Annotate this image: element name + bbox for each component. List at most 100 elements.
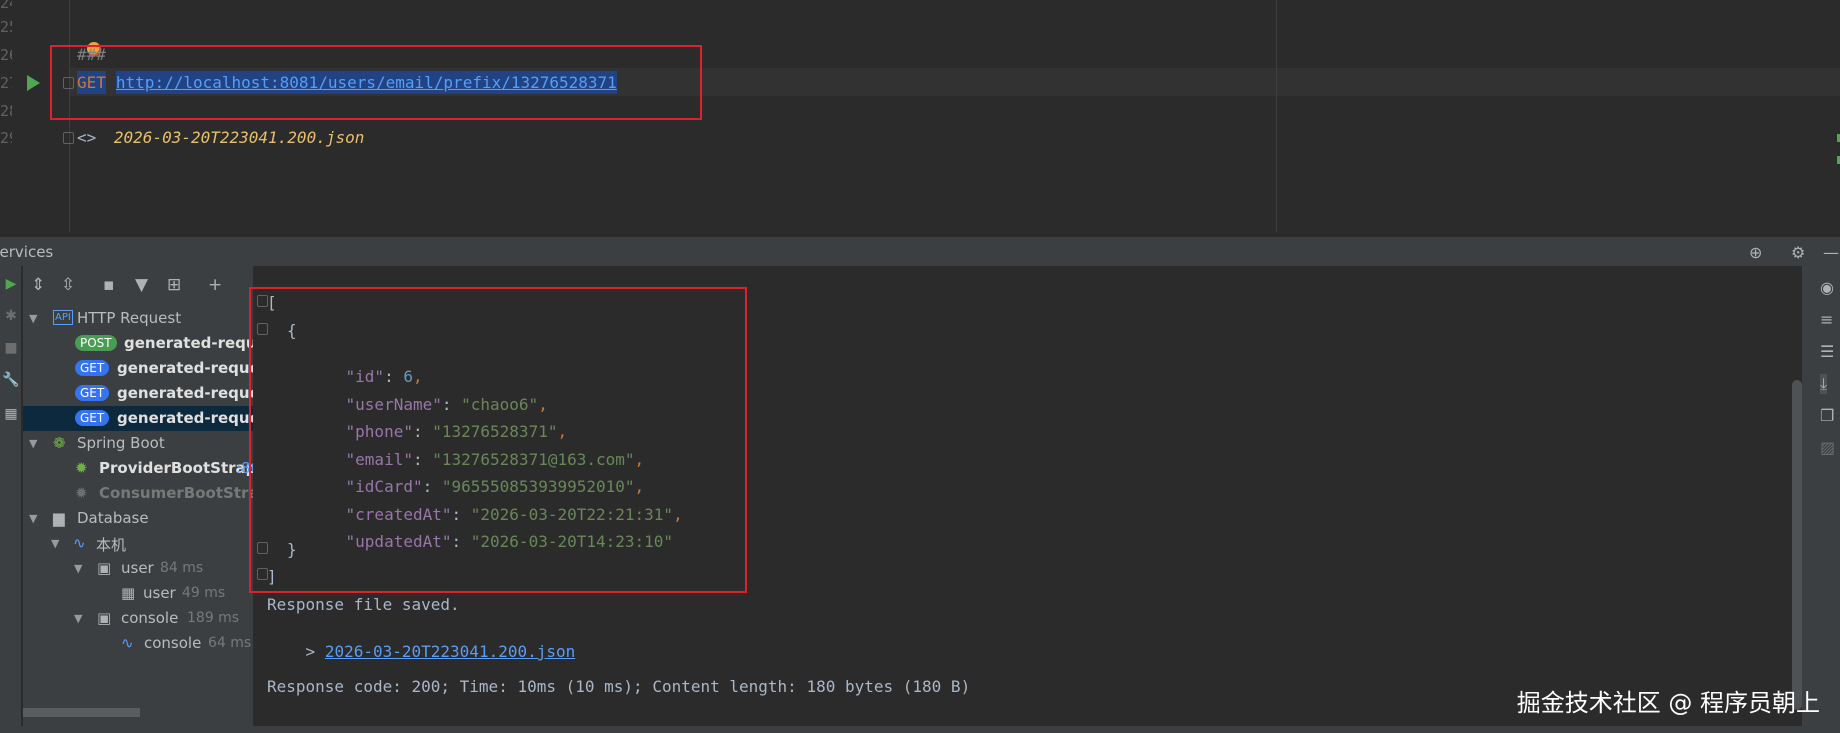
query-time: 189 ms (187, 610, 240, 626)
chevron-down-icon[interactable]: ▼ (29, 312, 37, 325)
tree-node-request[interactable]: POST generated-requests (23, 331, 253, 356)
line-number: 27 (0, 74, 12, 92)
query-time: 84 ms (160, 560, 204, 576)
tree-node-label: generated-requests (117, 384, 253, 402)
line-number: 24 (0, 0, 12, 12)
chevron-down-icon[interactable]: ▼ (29, 512, 37, 525)
tree-node-table[interactable]: ▦ user 49 ms (23, 581, 253, 606)
schema-icon: ▣ (97, 559, 112, 577)
right-margin-guide (1276, 0, 1277, 232)
run-request-icon[interactable] (27, 75, 40, 91)
chevron-down-icon[interactable]: ▼ (51, 537, 59, 550)
schema-icon: ▣ (97, 609, 112, 627)
services-header: Services ⊕ ⚙ — (0, 236, 1840, 266)
response-console[interactable]: [ { "id": 6, "userName": "chaoo6", "phon… (249, 266, 1802, 733)
stop-icon[interactable]: ■ (0, 340, 22, 356)
line-number: 25 (0, 18, 12, 36)
tree-node-label: console (144, 634, 202, 652)
query-time: 49 ms (182, 585, 226, 601)
debug-icon[interactable]: ✱ (0, 308, 22, 324)
http-editor[interactable]: 24 25 26 27 28 29 ### GEThttp://localhos… (0, 0, 1840, 232)
console-icon: ∿ (121, 634, 134, 652)
response-reference[interactable]: <> 2026-03-20T223041.200.json (77, 128, 364, 147)
tree-node-label: user (121, 559, 154, 577)
minimize-icon[interactable]: — (1823, 243, 1839, 262)
console-tool-strip: ◉ ≡ ☰ ⤓ ❐ ▨ (1802, 266, 1840, 733)
response-ref-file[interactable]: 2026-03-20T223041.200.json (114, 128, 364, 147)
response-saved-file-line: > 2026-03-20T223041.200.json (267, 623, 576, 680)
tree-node-label: Spring Boot (77, 434, 165, 452)
new-tab-icon[interactable]: ⊞ (167, 275, 181, 295)
mysql-icon: ∿ (73, 534, 86, 552)
eye-icon[interactable]: ◉ (1820, 278, 1834, 297)
tree-node-label: generated-requests (124, 334, 253, 352)
tree-node-http-request[interactable]: ▼ API HTTP Request (23, 306, 253, 331)
table-icon: ▦ (121, 584, 136, 602)
fold-icon[interactable] (63, 132, 74, 144)
response-status-line: Response code: 200; Time: 10ms (10 ms); … (267, 677, 971, 696)
tree-node-label: ConsumerBootStrap (99, 484, 253, 502)
chevron-down-icon[interactable]: ▼ (74, 562, 82, 575)
bug-icon: ✹ (75, 484, 88, 502)
tree-horizontal-scrollbar[interactable] (23, 708, 140, 717)
services-tool-strip: ▶ ✱ ■ 🔧 ▦ (0, 266, 22, 733)
query-time: 64 ms (208, 635, 252, 651)
line-number: 29 (0, 129, 12, 147)
copy-icon[interactable]: ❐ (1820, 406, 1834, 425)
crosshair-icon[interactable]: ⊕ (1749, 243, 1762, 262)
bug-icon: ✹ (75, 459, 88, 477)
line-number: 26 (0, 46, 12, 64)
filter-icon[interactable]: ▼ (135, 275, 148, 295)
format-icon[interactable]: ☰ (1820, 342, 1834, 361)
bottom-edge (0, 726, 1840, 733)
tree-node-label: Database (77, 509, 149, 527)
tree-node-datasource[interactable]: ▼ ∿ 本机 (23, 531, 253, 556)
group-by-icon[interactable]: ▪ (103, 275, 115, 295)
tree-node-request-selected[interactable]: GET generated-requests (23, 406, 253, 431)
folder-icon: ▆ (53, 509, 65, 527)
tree-node-label: 本机 (96, 536, 127, 554)
add-service-icon[interactable]: + (208, 275, 222, 295)
tree-node-app[interactable]: ✹ ProviderBootStrap :8081 (23, 456, 253, 481)
spring-boot-icon: ❁ (53, 434, 66, 452)
collapse-all-icon[interactable]: ⇳ (61, 275, 75, 295)
highlight-box (249, 287, 747, 593)
tree-node-request[interactable]: GET generated-requests (23, 356, 253, 381)
prompt-symbol: > (305, 642, 316, 661)
tree-node-label: user (143, 584, 176, 602)
response-ref-arrow: <> (77, 128, 97, 147)
tree-node-app[interactable]: ✹ ConsumerBootStrap (23, 481, 253, 506)
method-badge: GET (75, 410, 110, 426)
watermark: 掘金技术社区 @ 程序员朝上 (1516, 689, 1820, 717)
scroll-to-end-icon[interactable]: ⤓ (1820, 374, 1828, 394)
tree-node-database[interactable]: ▼ ▆ Database (23, 506, 253, 531)
method-badge: GET (75, 385, 110, 401)
highlight-box (50, 45, 702, 120)
tree-node-label: generated-requests (117, 409, 253, 427)
saved-file-link[interactable]: 2026-03-20T223041.200.json (325, 642, 575, 661)
gear-icon[interactable]: ⚙ (1791, 243, 1805, 262)
line-number: 28 (0, 102, 12, 120)
soft-wrap-icon[interactable]: ≡ (1820, 310, 1833, 329)
api-icon: API (53, 310, 73, 325)
chevron-down-icon[interactable]: ▼ (29, 437, 37, 450)
tree-node-schema[interactable]: ▼ ▣ user 84 ms (23, 556, 253, 581)
layout-icon[interactable]: ▦ (0, 406, 22, 422)
tree-node-request[interactable]: GET generated-requests (23, 381, 253, 406)
tree-node-label: ProviderBootStrap (99, 459, 253, 477)
tree-node-console[interactable]: ∿ console 64 ms (23, 631, 253, 656)
services-tree[interactable]: ⇕ ⇳ ▪ ▼ ⊞ + ▼ API HTTP Request POST gene… (23, 266, 253, 733)
tree-node-label: HTTP Request (77, 309, 182, 327)
image-icon[interactable]: ▨ (1820, 438, 1835, 457)
tree-node-schema[interactable]: ▼ ▣ console 189 ms (23, 606, 253, 631)
run-icon[interactable]: ▶ (0, 276, 22, 292)
services-title: Services (0, 243, 54, 261)
method-badge: GET (75, 360, 110, 376)
tree-node-spring-boot[interactable]: ▼ ❁ Spring Boot (23, 431, 253, 456)
tree-node-label: console (121, 609, 179, 627)
response-saved-message: Response file saved. (267, 595, 460, 614)
expand-all-icon[interactable]: ⇕ (31, 275, 45, 295)
chevron-down-icon[interactable]: ▼ (74, 612, 82, 625)
console-scrollbar[interactable] (1792, 380, 1802, 710)
wrench-icon[interactable]: 🔧 (0, 372, 22, 388)
